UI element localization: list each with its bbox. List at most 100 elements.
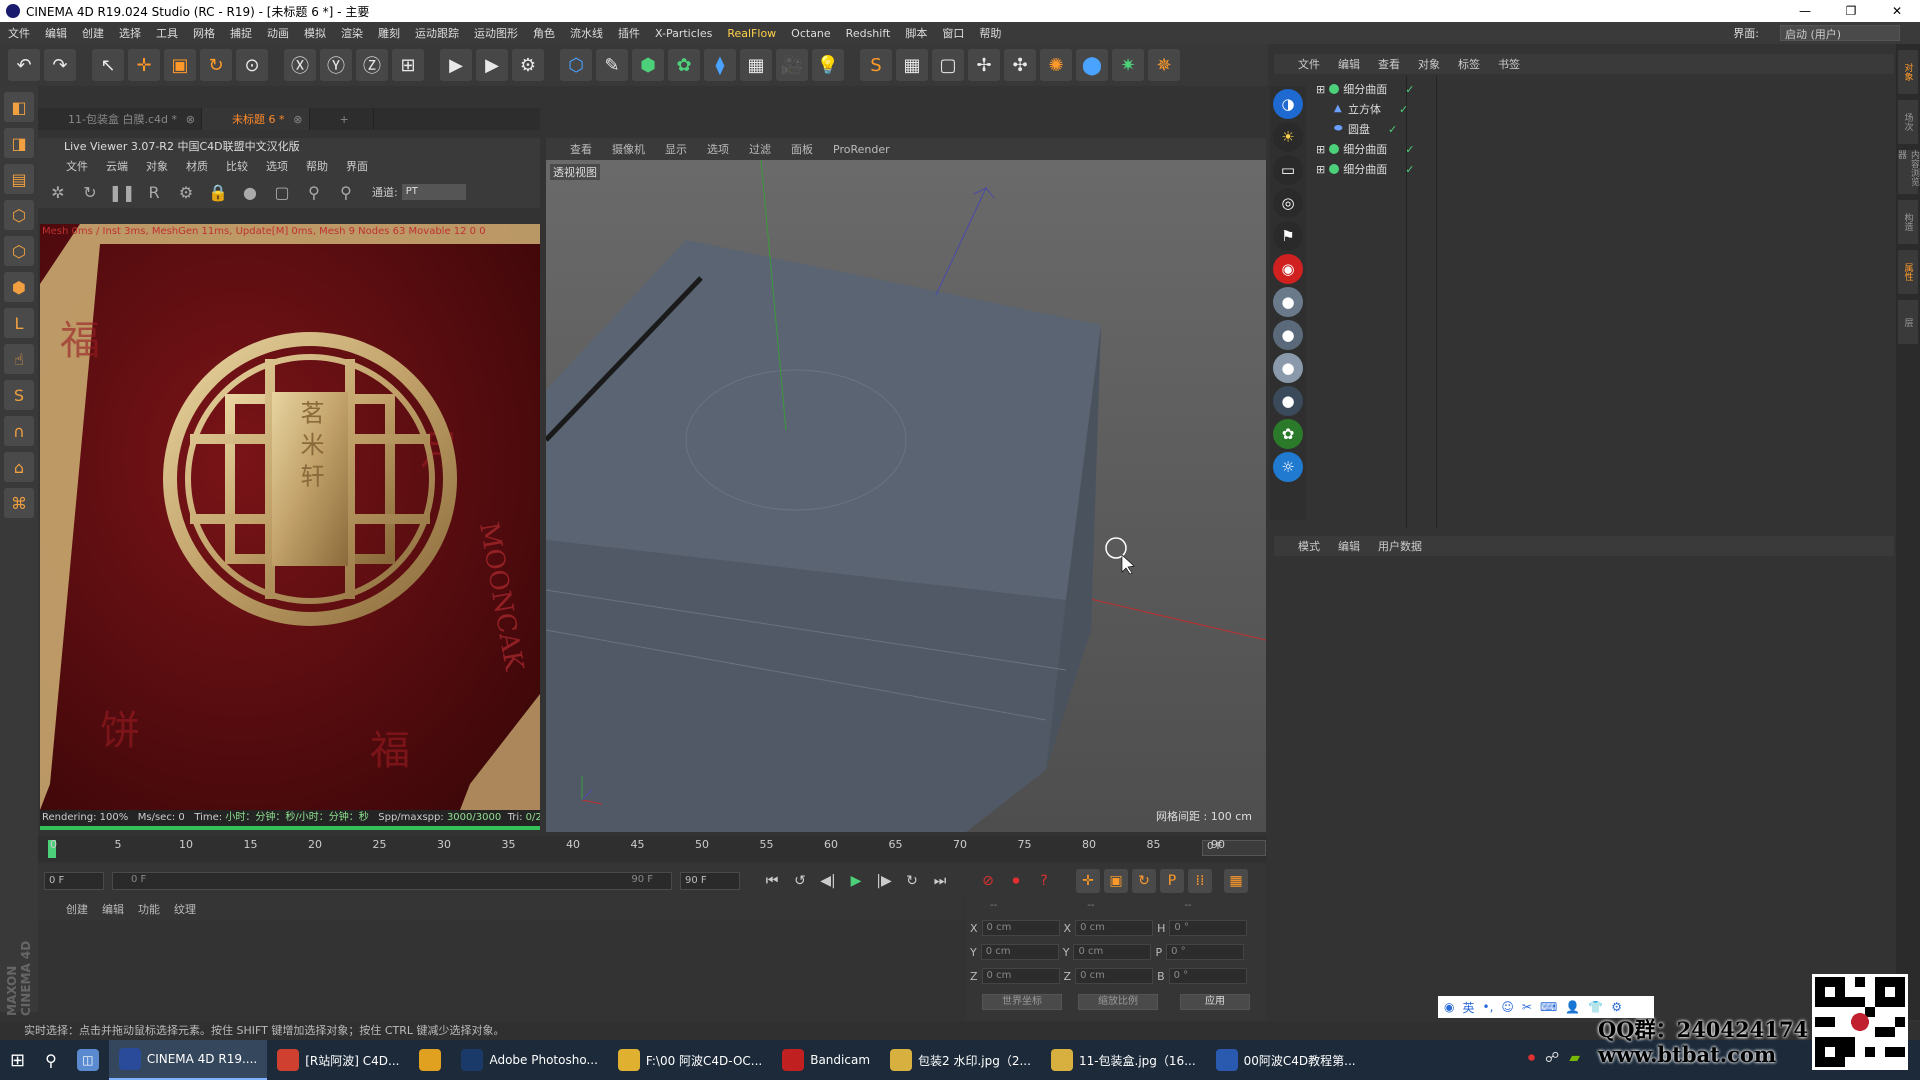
render-view-icon[interactable]: ▶ bbox=[440, 49, 472, 81]
taskbar-item[interactable]: F:\00 阿波C4D-OC... bbox=[608, 1040, 772, 1080]
go-to-start-button[interactable]: ⏮ bbox=[760, 869, 784, 893]
object-name[interactable]: 立方体 bbox=[1348, 101, 1381, 117]
side-tab[interactable]: 属性 bbox=[1898, 250, 1918, 294]
start-button[interactable]: ⊞ bbox=[0, 1040, 35, 1080]
document-tab[interactable]: 11-包装盒 白膜.c4d * ⊗ bbox=[38, 108, 202, 130]
taskbar-item[interactable]: 11-包装盒.jpg（16... bbox=[1041, 1040, 1206, 1080]
coord-value-field[interactable]: 0 ° bbox=[1168, 968, 1247, 984]
menu-item[interactable]: Octane bbox=[791, 27, 831, 40]
key-parameter-button[interactable]: P bbox=[1160, 869, 1184, 893]
attribute-menu-item[interactable]: 编辑 bbox=[1338, 538, 1360, 554]
record-tray-icon[interactable]: ⏺ bbox=[1528, 1050, 1535, 1066]
menu-item[interactable]: 捕捉 bbox=[230, 25, 252, 41]
taskbar-item[interactable]: 包装2 水印.jpg（2... bbox=[880, 1040, 1041, 1080]
lv-menu-item[interactable]: 材质 bbox=[186, 158, 208, 174]
magnet-icon[interactable]: ∩ bbox=[4, 416, 34, 446]
cloner-icon[interactable]: ✿ bbox=[668, 49, 700, 81]
maximize-button[interactable]: ❐ bbox=[1828, 0, 1874, 22]
loop-button[interactable]: ↺ bbox=[788, 869, 812, 893]
material-menu-item[interactable]: 纹理 bbox=[174, 901, 196, 917]
side-tab[interactable]: 场次 bbox=[1898, 100, 1918, 144]
menu-item[interactable]: 帮助 bbox=[979, 25, 1001, 41]
coord-value-field[interactable]: 0 cm bbox=[981, 920, 1060, 936]
object-row[interactable]: ⊞ 细分曲面 ✓ bbox=[1316, 140, 1414, 158]
coord-value-field[interactable]: 0 ° bbox=[1169, 920, 1248, 936]
menu-item[interactable]: 运动跟踪 bbox=[415, 25, 459, 41]
axis-mode-icon[interactable]: L bbox=[4, 308, 34, 338]
y-axis-icon[interactable]: Ⓨ bbox=[320, 49, 352, 81]
layout-selector[interactable]: 界面: 启动 (用户) bbox=[1733, 25, 1900, 41]
half-circle-icon[interactable]: ◑ bbox=[1273, 89, 1303, 119]
object-menu-item[interactable]: 查看 bbox=[1378, 56, 1400, 72]
visibility-check[interactable]: ✓ bbox=[1405, 83, 1414, 96]
close-tab-icon[interactable]: ⊗ bbox=[293, 113, 302, 126]
ime-settings-icon[interactable]: ⚙ bbox=[1611, 1000, 1622, 1014]
subdivision-icon[interactable]: ⬢ bbox=[632, 49, 664, 81]
texture-mode-icon[interactable]: ◨ bbox=[4, 128, 34, 158]
key-pla-button[interactable]: ⁞⁞ bbox=[1188, 869, 1212, 893]
object-name[interactable]: 细分曲面 bbox=[1343, 161, 1387, 177]
specular-sphere-icon[interactable]: ● bbox=[1273, 353, 1303, 383]
visibility-check[interactable]: ✓ bbox=[1405, 143, 1414, 156]
menu-item[interactable]: 创建 bbox=[82, 25, 104, 41]
s-plugin-icon[interactable]: S bbox=[860, 49, 892, 81]
redshift-icon[interactable]: ✵ bbox=[1148, 49, 1180, 81]
visibility-check[interactable]: ✓ bbox=[1405, 163, 1414, 176]
object-row[interactable]: ⊞ 细分曲面 ✓ bbox=[1316, 160, 1414, 178]
menu-item[interactable]: 渲染 bbox=[341, 25, 363, 41]
record-button[interactable]: ⏺ bbox=[1004, 869, 1028, 893]
rotate-icon[interactable]: ↻ bbox=[200, 49, 232, 81]
object-row[interactable]: ▲ 立方体 ✓ bbox=[1330, 100, 1408, 118]
ime-keyboard-icon[interactable]: ⌨ bbox=[1540, 1000, 1557, 1014]
autokey-button[interactable]: ⊘ bbox=[976, 869, 1000, 893]
ime-punct-icon[interactable]: •, bbox=[1483, 1000, 1494, 1014]
menu-item[interactable]: 模拟 bbox=[304, 25, 326, 41]
object-menu-item[interactable]: 编辑 bbox=[1338, 56, 1360, 72]
lv-refresh-icon[interactable]: ↻ bbox=[78, 180, 102, 204]
material-menu-item[interactable]: 创建 bbox=[66, 901, 88, 917]
side-tab[interactable]: 层 bbox=[1898, 300, 1918, 344]
sun-light-icon[interactable]: ☀ bbox=[1273, 122, 1303, 152]
lv-gear-icon[interactable]: ⚙ bbox=[174, 180, 198, 204]
lv-menu-item[interactable]: 选项 bbox=[266, 158, 288, 174]
lv-menu-item[interactable]: 帮助 bbox=[306, 158, 328, 174]
object-name[interactable]: 细分曲面 bbox=[1343, 81, 1387, 97]
taskbar-item[interactable]: CINEMA 4D R19.... bbox=[108, 1040, 268, 1080]
step-back-button[interactable]: ◀| bbox=[816, 869, 840, 893]
snap-icon[interactable]: S bbox=[4, 380, 34, 410]
object-menu-item[interactable]: 文件 bbox=[1298, 56, 1320, 72]
scale-icon[interactable]: ▣ bbox=[164, 49, 196, 81]
select-icon[interactable]: ↖ bbox=[92, 49, 124, 81]
object-row[interactable]: ⊞ 细分曲面 ✓ bbox=[1316, 80, 1414, 98]
sky-icon[interactable]: ✿ bbox=[1273, 419, 1303, 449]
object-menu-item[interactable]: 标签 bbox=[1458, 56, 1480, 72]
material-menu-item[interactable]: 功能 bbox=[138, 901, 160, 917]
menu-item[interactable]: 编辑 bbox=[45, 25, 67, 41]
lv-pick-icon[interactable]: ⚲ bbox=[302, 180, 326, 204]
object-menu-item[interactable]: 书签 bbox=[1498, 56, 1520, 72]
nvidia-tray-icon[interactable]: ▰ bbox=[1569, 1050, 1580, 1066]
menu-item[interactable]: 动画 bbox=[267, 25, 289, 41]
grid-icon[interactable]: ▦ bbox=[896, 49, 928, 81]
expand-icon[interactable]: ⊞ bbox=[1316, 83, 1325, 96]
area-light-icon[interactable]: ▭ bbox=[1273, 155, 1303, 185]
ime-tools-icon[interactable]: ✂ bbox=[1522, 1000, 1532, 1014]
render-picture-viewer-icon[interactable]: ▶ bbox=[476, 49, 508, 81]
material-sphere-icon[interactable]: ● bbox=[1273, 287, 1303, 317]
new-tab-button[interactable]: + bbox=[310, 108, 374, 130]
redo-icon[interactable]: ↷ bbox=[44, 49, 76, 81]
spline-icon[interactable]: ✢ bbox=[968, 49, 1000, 81]
tweak-mode-icon[interactable]: ☝ bbox=[4, 344, 34, 374]
play-button[interactable]: ▶ bbox=[844, 869, 868, 893]
polygons-mode-icon[interactable]: ⬢ bbox=[4, 272, 34, 302]
side-tab[interactable]: 内容浏览器 bbox=[1896, 150, 1919, 194]
menu-item[interactable]: 流水线 bbox=[570, 25, 603, 41]
visibility-check[interactable]: ✓ bbox=[1388, 123, 1397, 136]
key-scale-button[interactable]: ▣ bbox=[1104, 869, 1128, 893]
key-rotation-button[interactable]: ↻ bbox=[1132, 869, 1156, 893]
coord-value-field[interactable]: 0 cm bbox=[980, 944, 1059, 960]
lv-menu-item[interactable]: 文件 bbox=[66, 158, 88, 174]
menu-item[interactable]: RealFlow bbox=[727, 27, 776, 40]
ime-emoji-icon[interactable]: ☺ bbox=[1501, 1000, 1514, 1014]
keyframe-help-button[interactable]: ? bbox=[1032, 869, 1056, 893]
